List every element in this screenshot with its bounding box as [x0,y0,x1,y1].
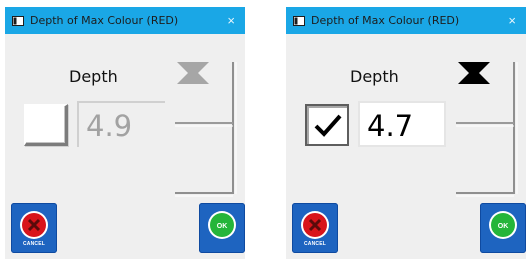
ok-button[interactable]: OK [199,203,245,253]
depth-value-field[interactable]: 4.7 [358,101,446,147]
ok-circle-icon: OK [208,211,236,239]
ok-icon-text: OK [498,223,509,230]
check-icon [314,114,342,137]
depth-dialog-enabled: Depth of Max Colour (RED) × Depth 4.7 CA… [286,7,526,259]
dialog-title: Depth of Max Colour (RED) [30,14,179,27]
cancel-button[interactable]: CANCEL [292,203,338,253]
ok-icon-text: OK [217,223,228,230]
enable-checkbox[interactable] [24,104,68,146]
triangle-down-icon [177,62,209,78]
ok-circle-icon: OK [489,211,517,239]
depth-dialog-disabled: Depth of Max Colour (RED) × Depth 4.9 CA… [5,7,245,259]
depth-label: Depth [350,67,399,86]
cancel-caption: CANCEL [303,241,327,247]
title-bar: Depth of Max Colour (RED) × [286,7,526,34]
cancel-button[interactable]: CANCEL [11,203,57,253]
decrement-button[interactable] [448,52,500,92]
x-circle-icon [20,211,48,239]
depth-spinner [448,52,520,202]
decrement-button[interactable] [167,52,219,92]
title-bar: Depth of Max Colour (RED) × [5,7,245,34]
app-icon [293,16,305,26]
ok-button[interactable]: OK [480,203,526,253]
depth-value-field[interactable]: 4.9 [77,101,165,147]
enable-checkbox[interactable] [305,104,349,146]
triangle-down-icon [458,62,490,78]
cancel-caption: CANCEL [22,241,46,247]
close-icon[interactable]: × [508,13,516,28]
close-icon[interactable]: × [227,13,235,28]
dialog-title: Depth of Max Colour (RED) [311,14,460,27]
app-icon [12,16,24,26]
depth-spinner [167,52,239,202]
depth-label: Depth [69,67,118,86]
x-circle-icon [301,211,329,239]
